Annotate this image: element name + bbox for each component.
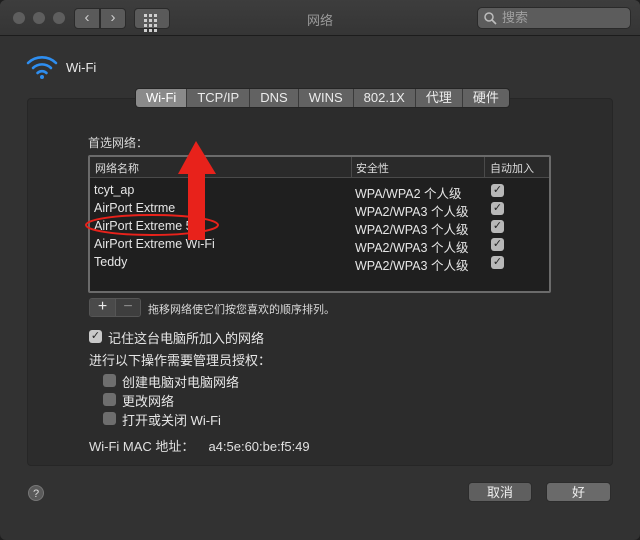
create-network-checkbox[interactable] — [103, 374, 116, 387]
add-network-button[interactable]: + — [90, 299, 115, 316]
cancel-button[interactable]: 取消 — [468, 482, 532, 502]
preferred-networks-table[interactable]: 网络名称 安全性 自动加入 tcyt_ap WPA/WPA2 个人级 ✓ Air… — [88, 155, 551, 293]
ok-button[interactable]: 好 — [546, 482, 611, 502]
tab-wins[interactable]: WINS — [298, 89, 354, 107]
table-header: 网络名称 安全性 自动加入 — [90, 157, 549, 178]
auto-join-checkbox[interactable]: ✓ — [491, 256, 504, 269]
change-network-checkbox[interactable] — [103, 393, 116, 406]
remember-networks-label: 记住这台电脑所加入的网络 — [108, 331, 265, 346]
change-network-label: 更改网络 — [122, 394, 175, 409]
mac-address-value: a4:5e:60:be:f5:49 — [208, 439, 310, 454]
auto-join-checkbox[interactable]: ✓ — [491, 238, 504, 251]
tab-wifi[interactable]: Wi-Fi — [136, 89, 188, 107]
tab-dns[interactable]: DNS — [250, 89, 299, 107]
network-name: AirPort Extreme 5G — [94, 219, 203, 233]
search-icon — [484, 12, 497, 25]
remember-networks-checkbox[interactable]: ✓ — [89, 330, 102, 343]
network-preferences-window: ‹ › 网络 搜索 Wi-Fi Wi-Fi TCP/IP DNS WINS 80… — [0, 0, 640, 540]
table-row[interactable]: AirPort Extreme Wi-Fi WPA2/WPA3 个人级 ✓ — [90, 236, 549, 255]
reorder-hint: 拖移网络使它们按您喜欢的顺序排列。 — [148, 304, 335, 316]
list-edit-buttons: + − — [89, 298, 141, 317]
service-name: Wi-Fi — [66, 60, 97, 75]
network-name: Teddy — [94, 255, 128, 269]
tab-tcpip[interactable]: TCP/IP — [187, 89, 251, 107]
tab-bar: Wi-Fi TCP/IP DNS WINS 802.1X 代理 硬件 — [135, 88, 510, 108]
auto-join-checkbox[interactable]: ✓ — [491, 220, 504, 233]
create-network-label: 创建电脑对电脑网络 — [122, 375, 240, 390]
network-name: tcyt_ap — [94, 183, 135, 197]
auto-join-checkbox[interactable]: ✓ — [491, 184, 504, 197]
remove-network-button[interactable]: − — [114, 299, 140, 316]
network-name: AirPort Extreme Wi-Fi — [94, 237, 215, 251]
wifi-icon — [26, 56, 58, 79]
auto-join-checkbox[interactable]: ✓ — [491, 202, 504, 215]
toggle-wifi-checkbox[interactable] — [103, 412, 116, 425]
mac-address-label: Wi-Fi MAC 地址： — [89, 439, 195, 454]
tab-proxy[interactable]: 代理 — [415, 89, 463, 107]
column-header-security[interactable]: 安全性 — [356, 160, 389, 176]
table-row[interactable]: AirPort Extrme WPA2/WPA3 个人级 ✓ — [90, 200, 549, 219]
tab-hardware[interactable]: 硬件 — [462, 89, 509, 107]
network-name: AirPort Extrme — [94, 201, 176, 215]
preferred-networks-label: 首选网络： — [88, 136, 149, 150]
column-header-auto-join[interactable]: 自动加入 — [490, 160, 534, 176]
service-header: Wi-Fi — [26, 54, 96, 83]
search-field[interactable]: 搜索 — [477, 7, 631, 29]
titlebar: ‹ › 网络 搜索 — [0, 0, 640, 36]
toggle-wifi-label: 打开或关闭 Wi-Fi — [122, 413, 221, 428]
search-placeholder: 搜索 — [502, 10, 529, 25]
help-button[interactable]: ? — [28, 485, 44, 501]
admin-auth-heading: 进行以下操作需要管理员授权： — [89, 353, 272, 368]
column-header-name[interactable]: 网络名称 — [95, 160, 139, 176]
network-security: WPA2/WPA3 个人级 — [355, 259, 469, 273]
table-row[interactable]: AirPort Extreme 5G WPA2/WPA3 个人级 ✓ — [90, 218, 549, 237]
table-row[interactable]: tcyt_ap WPA/WPA2 个人级 ✓ — [90, 182, 549, 201]
table-row[interactable]: Teddy WPA2/WPA3 个人级 ✓ — [90, 254, 549, 273]
mac-address: Wi-Fi MAC 地址： a4:5e:60:be:f5:49 — [89, 436, 310, 455]
tab-8021x[interactable]: 802.1X — [353, 89, 416, 107]
